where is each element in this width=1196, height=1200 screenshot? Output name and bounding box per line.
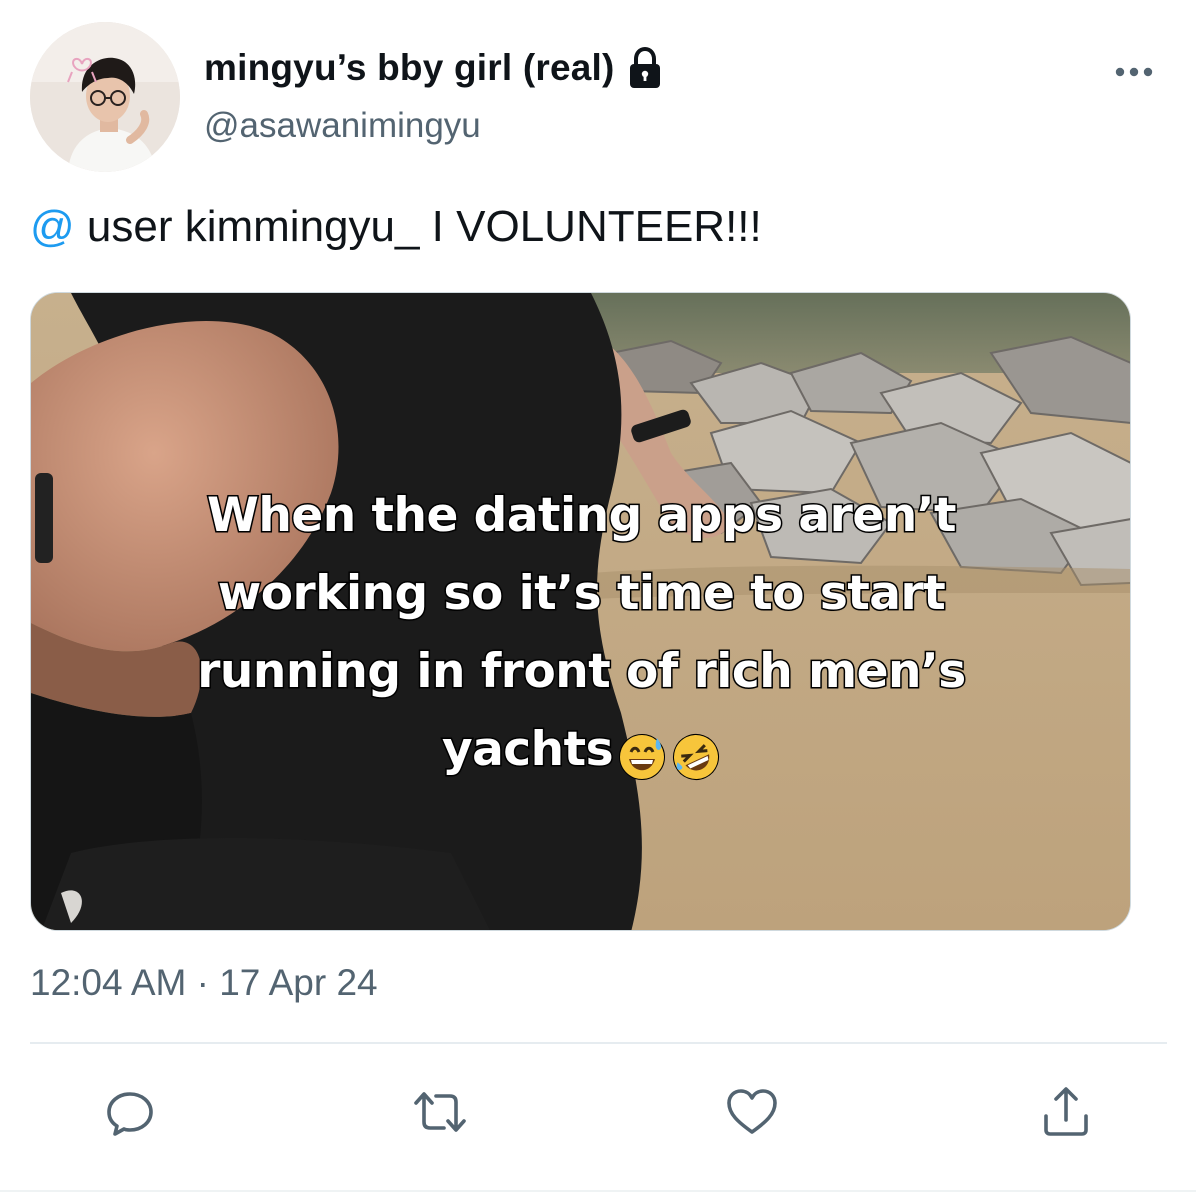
mention-link[interactable]: @	[30, 202, 75, 251]
caption-line-3: running in front of rich men’s	[196, 643, 968, 701]
share-button[interactable]	[1036, 1082, 1096, 1142]
caption-line-2: working so it’s time to start	[216, 565, 947, 623]
avatar-photo	[30, 22, 180, 172]
heart-icon	[727, 1089, 777, 1134]
bottom-divider	[0, 1190, 1196, 1192]
author-name-row: mingyu’s bby girl (real)	[204, 40, 665, 96]
more-icon[interactable]	[1110, 58, 1158, 86]
tweet-timestamp[interactable]: 12:04 AM · 17 Apr 24	[30, 962, 378, 1004]
reply-button[interactable]	[100, 1082, 160, 1142]
caption-line-4: yachts	[31, 711, 1130, 789]
caption-line-4-text: yachts	[440, 721, 615, 779]
tweet-text: @ user kimmingyu_ I VOLUNTEER!!!	[30, 195, 762, 259]
avatar[interactable]	[30, 22, 180, 172]
divider	[30, 1042, 1167, 1044]
retweet-button[interactable]	[410, 1082, 470, 1142]
caption-line-1: When the dating apps aren’t	[206, 487, 958, 545]
lock-icon	[625, 46, 665, 90]
share-icon	[1044, 1087, 1088, 1136]
tweet-container: mingyu’s bby girl (real) @asawanimingyu …	[0, 0, 1196, 1200]
grinning-sweat-emoji	[617, 728, 667, 780]
reply-icon	[107, 1092, 153, 1136]
retweet-icon	[414, 1092, 466, 1132]
like-button[interactable]	[722, 1082, 782, 1142]
author-handle[interactable]: @asawanimingyu	[204, 106, 481, 146]
display-name[interactable]: mingyu’s bby girl (real)	[204, 47, 615, 89]
rofl-emoji	[671, 728, 721, 780]
tweet-media[interactable]: When the dating apps aren’t working so i…	[30, 292, 1131, 931]
tweet-body: user kimmingyu_ I VOLUNTEER!!!	[74, 202, 762, 251]
media-caption: When the dating apps aren’t working so i…	[31, 477, 1130, 789]
